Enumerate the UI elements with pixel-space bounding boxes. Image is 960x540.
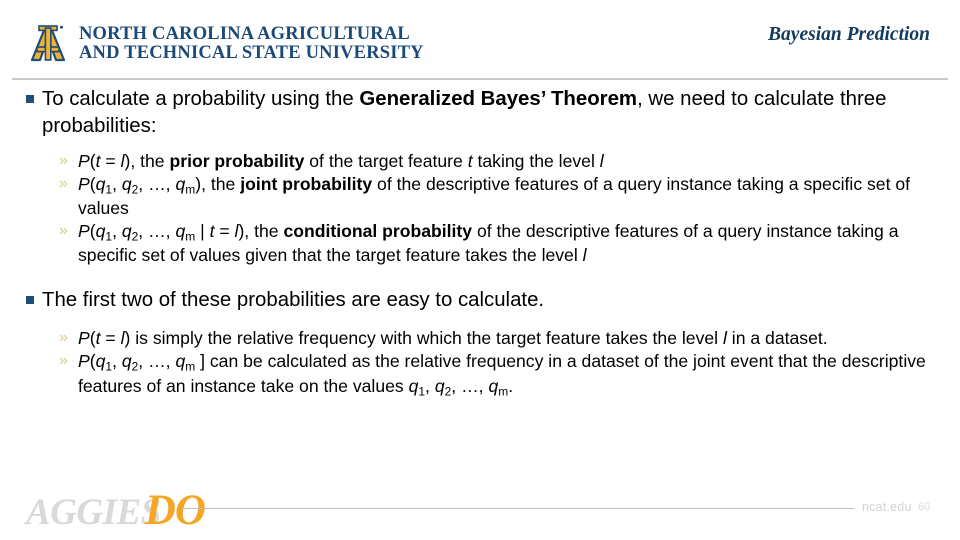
math-q1-5b: q [408,375,419,396]
bullet-item-2: The first two of these probabilities are… [0,287,960,314]
math-comma-5d: , [425,375,435,396]
math-P-1: P [78,151,90,172]
math-comma-3b: , [138,220,149,241]
sub-1-close: ), the [124,151,170,172]
math-subm-2: m [185,181,196,196]
sub-1-tail-b: taking the level [472,151,600,172]
math-q2-5: q [121,350,132,371]
slide-footer: AGGIESDO ncat.edu 60 [0,480,960,540]
math-qm-5: q [175,350,186,371]
sub-3-close: ), the [238,220,284,241]
header-divider [12,78,948,80]
sub-2-bold: joint probability [240,173,373,194]
math-q2-5b: q [434,375,445,396]
math-P-2: P [78,173,90,194]
math-comma-3a: , [112,220,122,241]
math-q1-5: q [95,350,106,371]
math-eq-4: = [100,328,121,349]
math-comma-5f: , [478,375,489,396]
math-comma-2c: , [165,173,176,194]
math-comma-5e: , [451,375,462,396]
sub-bullet-item-1: » P(t = l), the prior probability of the… [0,150,960,173]
sub-1-tail-a: of the target feature [304,151,468,172]
sub-1-bold: prior probability [169,151,305,172]
math-q1-2: q [95,173,106,194]
chevron-bullet-icon: » [59,174,68,192]
sub-4-tail-a: is simply the relative frequency with wh… [130,328,723,349]
math-comma-5a: , [112,350,122,371]
math-q2-2: q [121,173,132,194]
sub-2-comma: , the [201,173,241,194]
math-P-5: P [78,350,90,371]
sub-bullet-item-5: » P(q1, q2, …, qm ] can be calculated as… [0,350,960,399]
sub-4-tail-b: in a dataset. [726,328,828,349]
do-logo-word: DO [144,487,206,534]
math-ellipsis-3: … [148,220,166,241]
slide-body: To calculate a probability using the Gen… [0,86,960,399]
math-pipe-3: | [195,220,210,241]
math-P-3: P [78,220,90,241]
sub-bullet-item-3: » P(q1, q2, …, qm | t = l), the conditio… [0,220,960,267]
page-number: 60 [918,501,931,513]
chevron-bullet-icon: » [59,221,68,239]
math-q2-3: q [121,220,132,241]
footer-url: ncat.edu [862,500,912,514]
sub-5-tail-end: . [508,375,514,396]
math-ellipsis-5: … [148,350,166,371]
math-comma-3c: , [165,220,176,241]
sub-bullet-item-2: » P(q1, q2, …, qm), the joint probabilit… [0,173,960,220]
math-ellipsis-2: … [148,173,166,194]
sub-1-tail-l: l [599,151,604,172]
math-ellipsis-5b: … [461,375,479,396]
math-qm-2: q [175,173,186,194]
bullet-2-text: The first two of these probabilities are… [42,288,545,311]
ncat-aggie-monogram-icon [26,24,70,64]
wordmark-line-2: AND TECHNICAL STATE UNIVERSITY [79,43,424,63]
square-bullet-icon [26,95,34,103]
sub-3-bold: conditional probability [283,220,473,241]
sub-3-tail-l: l [582,245,587,266]
wordmark-line-1: NORTH CAROLINA AGRICULTURAL [79,23,410,44]
footer-divider [182,508,854,509]
chevron-bullet-icon: » [59,329,68,347]
aggies-logo-word: AGGIES [26,492,161,533]
math-P-4: P [78,328,90,349]
math-eq-1: = [100,151,121,172]
square-bullet-icon [26,295,34,304]
math-comma-5c: , [165,350,176,371]
slide-header: NORTH CAROLINA AGRICULTURAL AND TECHNICA… [0,0,960,80]
math-q1-3: q [95,220,106,241]
math-comma-2a: , [112,173,122,194]
math-comma-2b: , [138,173,149,194]
math-eq-3: = [214,220,235,241]
aggies-do-logo: AGGIESDO [26,486,206,535]
university-wordmark: NORTH CAROLINA AGRICULTURAL AND TECHNICA… [79,23,424,63]
math-qm-3: q [175,220,186,241]
math-qm-5b: q [488,375,499,396]
math-comma-5b: , [138,350,149,371]
university-logo: NORTH CAROLINA AGRICULTURAL AND TECHNICA… [26,24,424,64]
page-title: Bayesian Prediction [768,24,930,45]
bullet-1-text-a: To calculate a probability using the [42,88,360,110]
sub-bullet-item-4: » P(t = l) is simply the relative freque… [0,327,960,350]
bullet-item-1: To calculate a probability using the Gen… [0,86,960,139]
math-subm-5b: m [498,383,509,398]
chevron-bullet-icon: » [59,152,68,170]
math-subm-5: m [185,359,196,374]
bullet-1-bold: Generalized Bayes’ Theorem [359,88,638,110]
math-subm-3: m [185,229,196,244]
chevron-bullet-icon: » [59,351,68,369]
